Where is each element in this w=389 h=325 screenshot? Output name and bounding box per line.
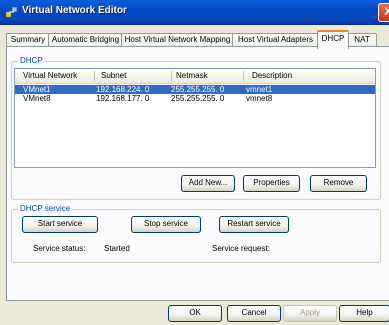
- apply-button[interactable]: Apply: [283, 305, 337, 322]
- tab-host-virtual-network-mapping[interactable]: Host Virtual Network Mapping: [121, 33, 234, 47]
- column-header-description[interactable]: Description: [252, 71, 292, 80]
- column-divider[interactable]: [171, 71, 172, 81]
- table-row[interactable]: VMnet8 192.168.177. 0 255.255.255. 0 vmn…: [15, 94, 375, 103]
- service-status-value: Started: [104, 244, 130, 253]
- dhcp-network-list[interactable]: Virtual Network Subnet Netmask Descripti…: [14, 68, 376, 168]
- window-title: Virtual Network Editor: [22, 5, 127, 16]
- tab-dhcp[interactable]: DHCP: [317, 30, 349, 49]
- add-new-button[interactable]: Add New...: [181, 175, 235, 192]
- tab-automatic-bridging[interactable]: Automatic Bridging: [48, 33, 123, 47]
- tab-label: Host Virtual Network Mapping: [124, 35, 231, 44]
- column-header-virtual-network[interactable]: Virtual Network: [23, 71, 77, 80]
- cell-netmask: 255.255.255. 0: [171, 94, 225, 103]
- cell-network: VMnet1: [23, 85, 51, 94]
- cell-network: VMnet8: [23, 94, 51, 103]
- cell-subnet: 192.168.177. 0: [96, 94, 150, 103]
- add-new-label: Add New...: [188, 178, 228, 187]
- help-label: Help: [356, 308, 373, 317]
- column-divider[interactable]: [243, 71, 244, 81]
- stop-service-button[interactable]: Stop service: [131, 216, 201, 233]
- cancel-button[interactable]: Cancel: [227, 305, 281, 322]
- restart-service-button[interactable]: Restart service: [219, 216, 289, 233]
- start-service-button[interactable]: Start service: [22, 216, 98, 233]
- list-header: Virtual Network Subnet Netmask Descripti…: [15, 69, 375, 84]
- service-status-label: Service status:: [33, 244, 86, 253]
- cell-netmask: 255.255.255. 0: [171, 85, 225, 94]
- help-button[interactable]: Help: [339, 305, 389, 322]
- table-row[interactable]: VMnet1 192.168.224. 0 255.255.255. 0 vmn…: [15, 85, 375, 94]
- column-divider[interactable]: [94, 71, 95, 81]
- column-header-subnet[interactable]: Subnet: [101, 71, 126, 80]
- close-icon: X: [384, 6, 389, 18]
- service-request-label: Service request:: [212, 244, 270, 253]
- column-header-netmask[interactable]: Netmask: [176, 71, 208, 80]
- properties-button[interactable]: Properties: [243, 175, 300, 192]
- cell-description: vmnet1: [246, 85, 273, 94]
- tab-label: Host Virtual Adapters: [237, 35, 313, 44]
- apply-label: Apply: [299, 308, 320, 317]
- cell-description: vmnet8: [246, 94, 273, 103]
- tab-label: Automatic Bridging: [51, 35, 120, 44]
- dhcp-service-group-label: DHCP service: [18, 204, 73, 214]
- tab-nat[interactable]: NAT: [347, 33, 377, 47]
- cancel-label: Cancel: [241, 308, 267, 317]
- dhcp-group-label: DHCP: [18, 56, 45, 66]
- stop-service-label: Stop service: [143, 219, 189, 228]
- tab-summary[interactable]: Summary: [6, 33, 50, 47]
- ok-button[interactable]: OK: [168, 305, 222, 322]
- ok-label: OK: [189, 308, 201, 317]
- remove-button[interactable]: Remove: [310, 175, 367, 192]
- start-service-label: Start service: [37, 219, 83, 228]
- restart-service-label: Restart service: [227, 219, 281, 228]
- tab-label: DHCP: [321, 34, 345, 43]
- title-bar: Virtual Network Editor X: [0, 0, 389, 25]
- properties-label: Properties: [253, 178, 290, 187]
- remove-label: Remove: [323, 178, 354, 187]
- tab-host-virtual-adapters[interactable]: Host Virtual Adapters: [232, 33, 319, 47]
- tab-label: NAT: [354, 35, 370, 44]
- tab-label: Summary: [10, 35, 46, 44]
- network-editor-icon: [6, 6, 18, 18]
- close-button[interactable]: X: [378, 3, 389, 22]
- cell-subnet: 192.168.224. 0: [96, 85, 150, 94]
